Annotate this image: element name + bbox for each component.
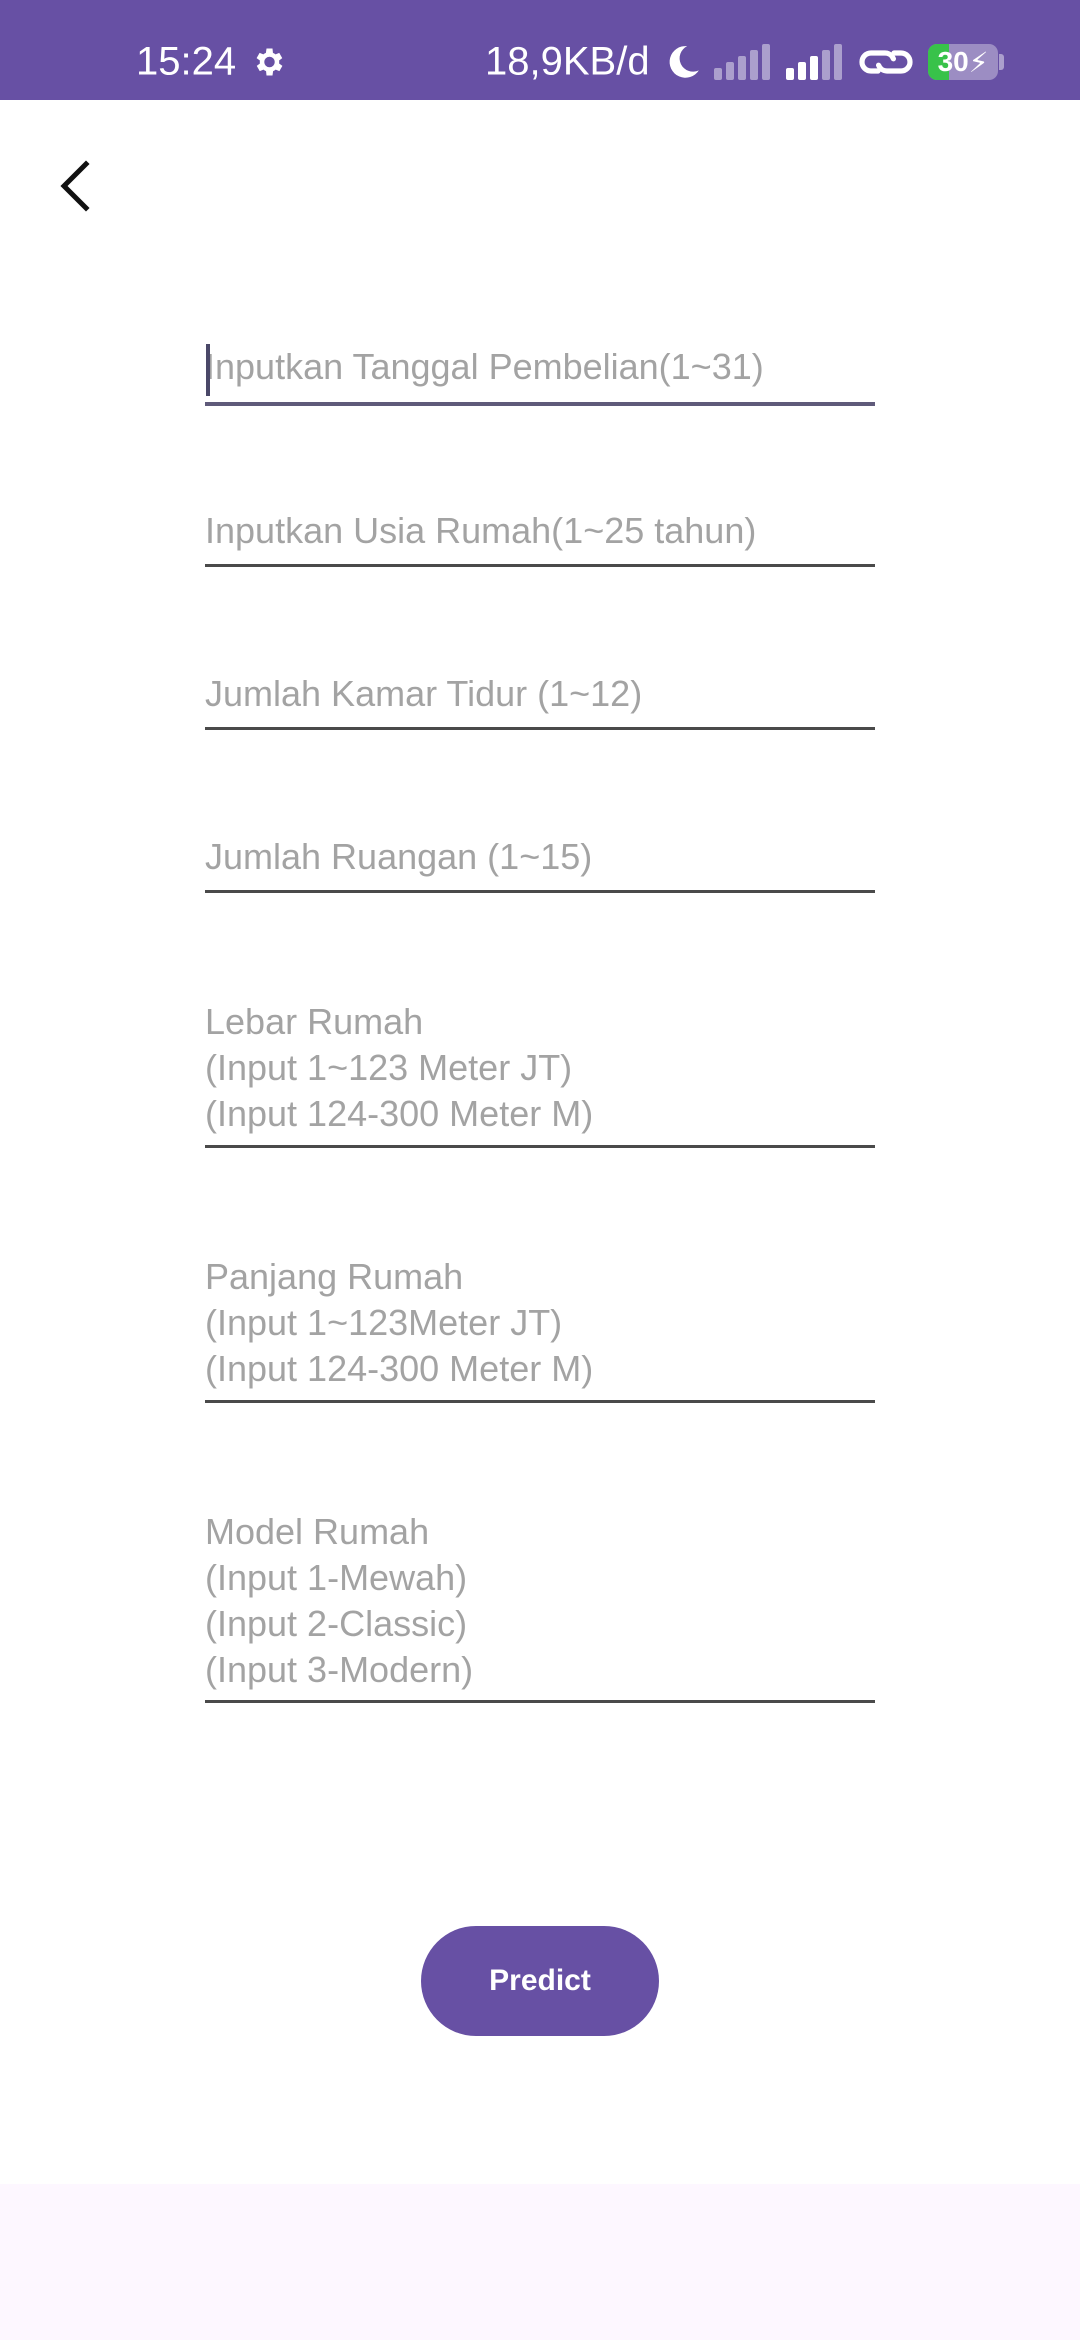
house-width-input[interactable] xyxy=(205,999,875,1148)
link-icon xyxy=(859,50,913,74)
battery-level: 30 xyxy=(937,46,969,77)
bottom-navigation-area xyxy=(0,2184,1080,2340)
gear-icon xyxy=(256,48,283,76)
moon-icon xyxy=(669,46,699,78)
purchase-date-input[interactable] xyxy=(205,338,875,406)
text-cursor xyxy=(206,344,210,396)
signal-icon xyxy=(786,44,842,80)
battery-charging-icon: 30 ⚡ xyxy=(928,44,998,80)
status-time: 15:24 xyxy=(136,39,237,84)
house-model-input[interactable] xyxy=(205,1509,875,1703)
network-speed: 18,9KB/d xyxy=(485,39,650,84)
charging-bolt-icon: ⚡ xyxy=(968,46,989,78)
chevron-left-icon xyxy=(60,160,90,212)
room-count-input[interactable] xyxy=(205,830,875,893)
predict-button[interactable]: Predict xyxy=(421,1926,659,2036)
back-button[interactable] xyxy=(38,148,114,224)
status-bar: 15:24 18,9KB/d 30 ⚡ xyxy=(0,0,1080,100)
bedroom-count-input[interactable] xyxy=(205,667,875,730)
signal-icon xyxy=(714,44,770,80)
battery-cap xyxy=(999,54,1004,70)
house-age-input[interactable] xyxy=(205,504,875,567)
house-length-input[interactable] xyxy=(205,1254,875,1403)
